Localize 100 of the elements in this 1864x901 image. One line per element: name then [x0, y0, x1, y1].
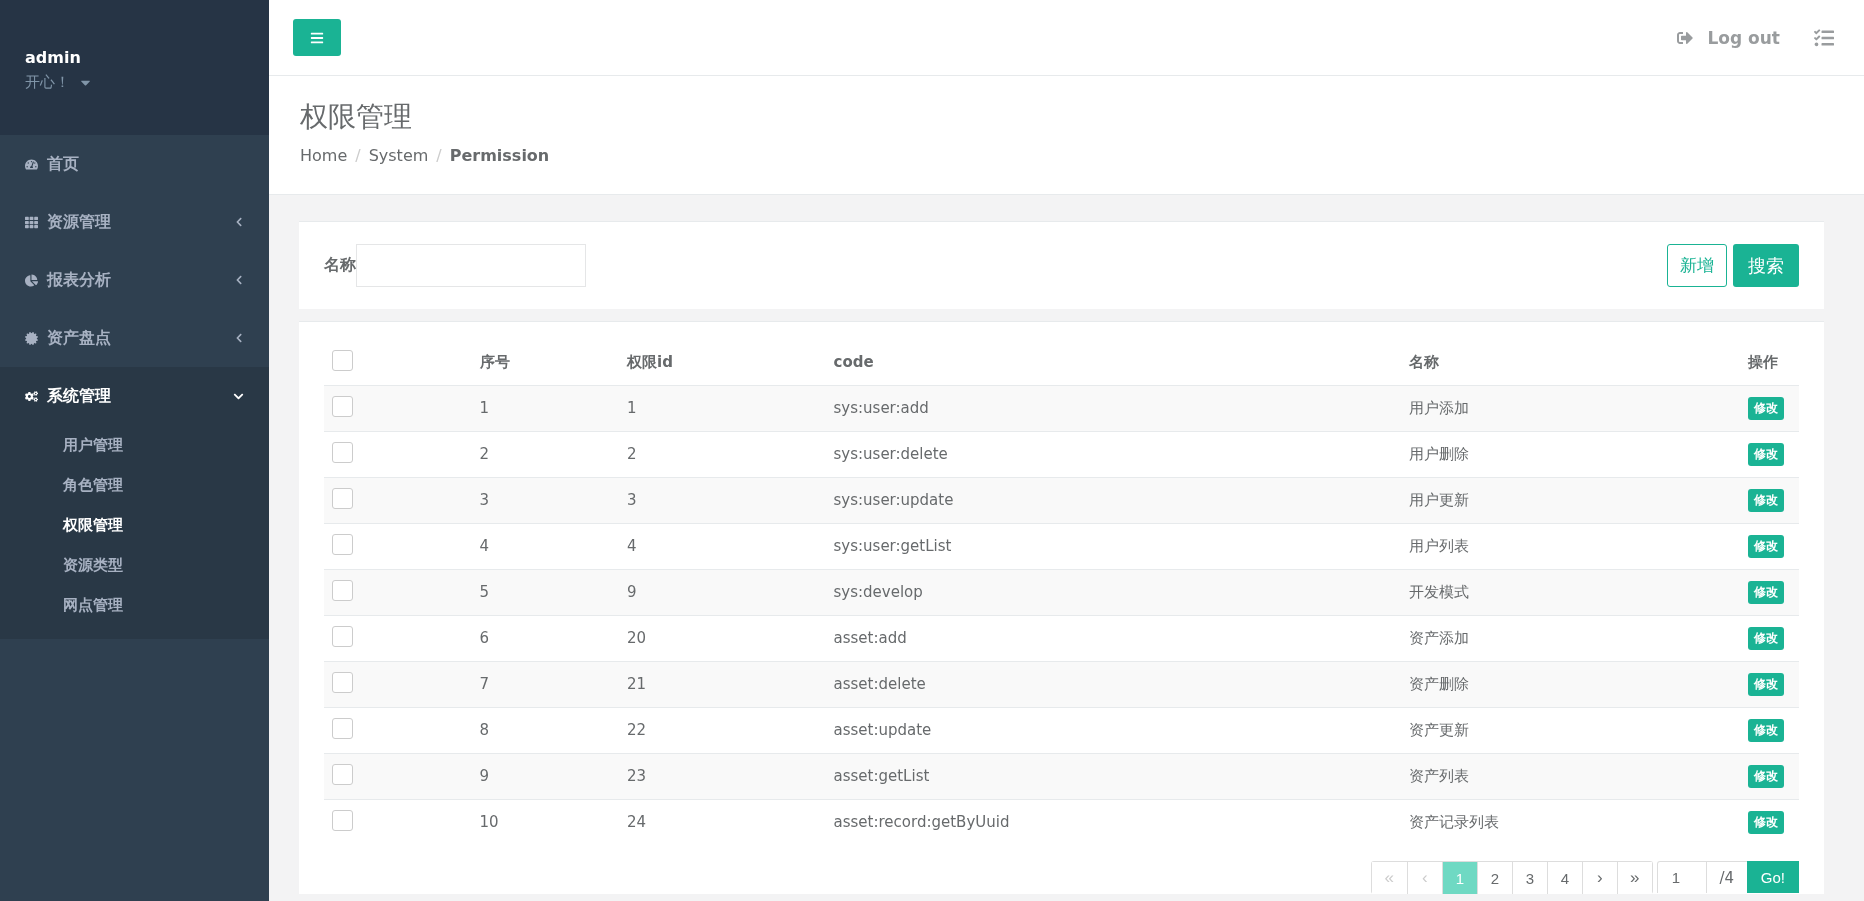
edit-button[interactable]: 修改: [1748, 534, 1784, 558]
row-checkbox[interactable]: [332, 625, 353, 647]
table-cell: 用户添加: [1408, 398, 1469, 417]
table-cell: 资产更新: [1408, 720, 1469, 739]
pie-chart-icon: [25, 273, 38, 287]
table-cell: sys:user:getList: [833, 537, 952, 555]
row-checkbox[interactable]: [332, 671, 353, 693]
table-cell: asset:record:getByUuid: [833, 813, 1010, 832]
chevron-left-icon: [234, 275, 244, 285]
page-input-field[interactable]: 1: [1656, 861, 1707, 893]
row-checkbox[interactable]: [332, 809, 353, 831]
logout-link[interactable]: Log out: [1677, 27, 1780, 48]
table-cell: asset:delete: [833, 675, 926, 693]
edit-button[interactable]: 修改: [1748, 580, 1784, 604]
edit-button[interactable]: 修改: [1748, 764, 1784, 788]
column-header: 操作: [1748, 352, 1778, 371]
table-cell: 资产添加: [1408, 628, 1469, 647]
nav-item[interactable]: 资产盘点: [0, 309, 269, 367]
add-button[interactable]: 新增: [1667, 244, 1727, 287]
edit-button[interactable]: 修改: [1748, 396, 1784, 420]
table-cell: 3: [627, 491, 637, 509]
breadcrumb-separator: /: [355, 146, 361, 165]
chevron-left-icon: [234, 333, 244, 343]
sign-out-icon: [1677, 29, 1694, 46]
table-cell: 9: [479, 767, 490, 785]
nav-subitem[interactable]: 用户管理: [0, 425, 269, 465]
table-cell: 2: [627, 445, 637, 463]
table-cell: 3: [479, 491, 490, 509]
name-label: 名称: [324, 255, 356, 276]
nav-subitem[interactable]: 网点管理: [0, 585, 269, 625]
gears-icon: [25, 389, 38, 403]
table-cell: 22: [627, 721, 647, 739]
breadcrumb-link[interactable]: System: [368, 146, 429, 165]
column-header: 权限id: [627, 352, 673, 371]
table-cell: asset:add: [833, 629, 907, 647]
nav-item[interactable]: 系统管理: [0, 367, 269, 425]
table-cell: 24: [627, 813, 647, 832]
user-name: admin: [25, 48, 82, 67]
go-button[interactable]: Go!: [1746, 861, 1799, 893]
grid-icon: [25, 215, 38, 229]
table-cell: 5: [479, 583, 490, 601]
edit-button[interactable]: 修改: [1748, 626, 1784, 650]
table-cell: 4: [627, 537, 637, 555]
table-cell: 7: [479, 675, 490, 693]
column-header: 名称: [1408, 352, 1439, 371]
nav-item[interactable]: 报表分析: [0, 251, 269, 309]
table-cell: 9: [627, 583, 637, 601]
breadcrumb-link[interactable]: Home: [300, 146, 348, 165]
name-input-field[interactable]: [356, 244, 586, 287]
select-all-checkbox[interactable]: [332, 349, 353, 371]
nav-subitem[interactable]: 角色管理: [0, 465, 269, 505]
table-cell: 用户更新: [1408, 490, 1469, 509]
table-cell: 23: [627, 767, 647, 785]
column-header: code: [833, 353, 874, 372]
table-cell: sys:user:update: [833, 491, 954, 509]
table-cell: 8: [479, 721, 490, 739]
table-cell: 1: [479, 399, 490, 417]
edit-button[interactable]: 修改: [1748, 718, 1784, 742]
edit-button[interactable]: 修改: [1748, 672, 1784, 696]
tasks-icon[interactable]: [1814, 27, 1834, 48]
nav-item[interactable]: 资源管理: [0, 193, 269, 251]
table-cell: sys:user:add: [833, 399, 929, 417]
row-checkbox[interactable]: [332, 717, 353, 739]
chevron-left-icon: [234, 217, 244, 227]
column-header: 序号: [479, 352, 510, 371]
nav-subitem[interactable]: 资源类型: [0, 545, 269, 585]
table-cell: 开发模式: [1408, 582, 1469, 601]
table-cell: 资产删除: [1408, 674, 1469, 693]
row-checkbox[interactable]: [332, 487, 353, 509]
edit-button[interactable]: 修改: [1748, 488, 1784, 512]
table-cell: 6: [479, 629, 490, 647]
table-cell: 4: [479, 537, 490, 555]
menu-icon: [310, 30, 324, 45]
row-checkbox[interactable]: [332, 441, 353, 463]
page-title: 权限管理: [300, 99, 413, 135]
nav-item[interactable]: 首页: [0, 135, 269, 193]
row-checkbox[interactable]: [332, 533, 353, 555]
nav-subitem[interactable]: 权限管理: [0, 505, 269, 545]
table-cell: 21: [627, 675, 647, 693]
table-cell: asset:getList: [833, 767, 930, 785]
table-cell: 10: [479, 813, 499, 832]
edit-button[interactable]: 修改: [1748, 442, 1784, 466]
table-cell: 用户列表: [1408, 536, 1469, 555]
row-checkbox[interactable]: [332, 763, 353, 785]
table-cell: 资产记录列表: [1408, 812, 1499, 831]
table-cell: sys:user:delete: [833, 445, 948, 463]
row-checkbox[interactable]: [332, 579, 353, 601]
table-cell: asset:update: [833, 721, 932, 739]
row-checkbox[interactable]: [332, 395, 353, 417]
table-cell: 资产列表: [1408, 766, 1469, 785]
breadcrumb-link[interactable]: Permission: [449, 146, 550, 165]
edit-button[interactable]: 修改: [1748, 810, 1784, 834]
page-total: /4: [1706, 861, 1747, 893]
table-cell: 20: [627, 629, 647, 647]
table-cell: sys:develop: [833, 583, 923, 601]
table-cell: 2: [479, 445, 490, 463]
status-dropdown[interactable]: 开心！: [25, 73, 244, 92]
menu-button[interactable]: [293, 19, 341, 56]
search-button[interactable]: 搜索: [1733, 244, 1799, 287]
last-page-button[interactable]: »: [1616, 862, 1652, 894]
